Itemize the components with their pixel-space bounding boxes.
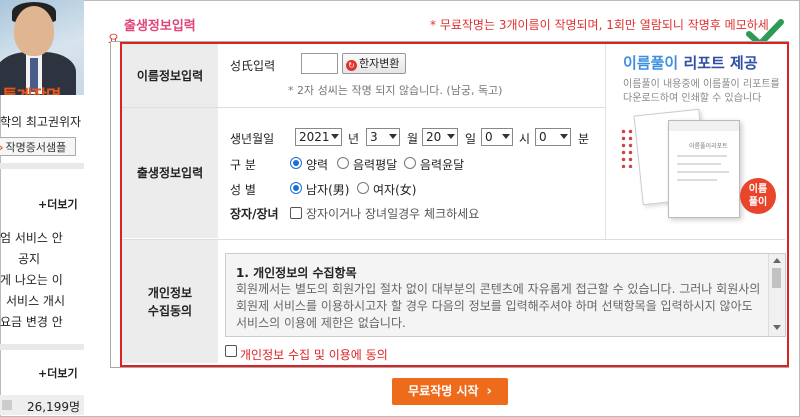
- highlight-box: [120, 42, 789, 367]
- notice-item[interactable]: 공지: [0, 249, 65, 270]
- chevron-right-icon: ›: [486, 384, 492, 399]
- sidebar-divider: [0, 344, 84, 350]
- arrow-icon: ›: [0, 141, 4, 154]
- count-icon: [2, 400, 12, 410]
- page-title: 출생정보입력: [124, 19, 196, 34]
- sidebar-divider: [0, 163, 84, 169]
- notice-item[interactable]: 서비스 개시: [0, 291, 65, 312]
- brand-logo: 통계작명: [2, 82, 62, 95]
- count-value: 26,199명: [26, 400, 80, 414]
- more-link[interactable]: +더보기: [38, 365, 78, 381]
- author-photo: 통계작명: [0, 0, 84, 95]
- sidebar: 통계작명 학의 최고권위자 ›작명증서샘플 +더보기 엄 서비스 안 공지 게 …: [0, 0, 84, 417]
- free-naming-note: * 무료작명는 3개이름이 작명되며, 1회만 열람되니 작명후 메모하세: [430, 18, 769, 32]
- start-naming-button[interactable]: 무료작명 시작 ›: [392, 378, 508, 405]
- more-link[interactable]: +더보기: [38, 196, 78, 212]
- certificate-sample-button[interactable]: ›작명증서샘플: [0, 137, 76, 156]
- notice-list: 엄 서비스 안 공지 게 나오는 이 서비스 개시 요금 변경 안: [0, 228, 65, 333]
- notice-item[interactable]: 엄 서비스 안: [0, 228, 65, 249]
- author-tagline: 학의 최고권위자: [0, 115, 82, 129]
- notice-item[interactable]: 요금 변경 안: [0, 312, 65, 333]
- visitor-count: 26,199명: [0, 395, 84, 415]
- notice-item[interactable]: 게 나오는 이: [0, 270, 65, 291]
